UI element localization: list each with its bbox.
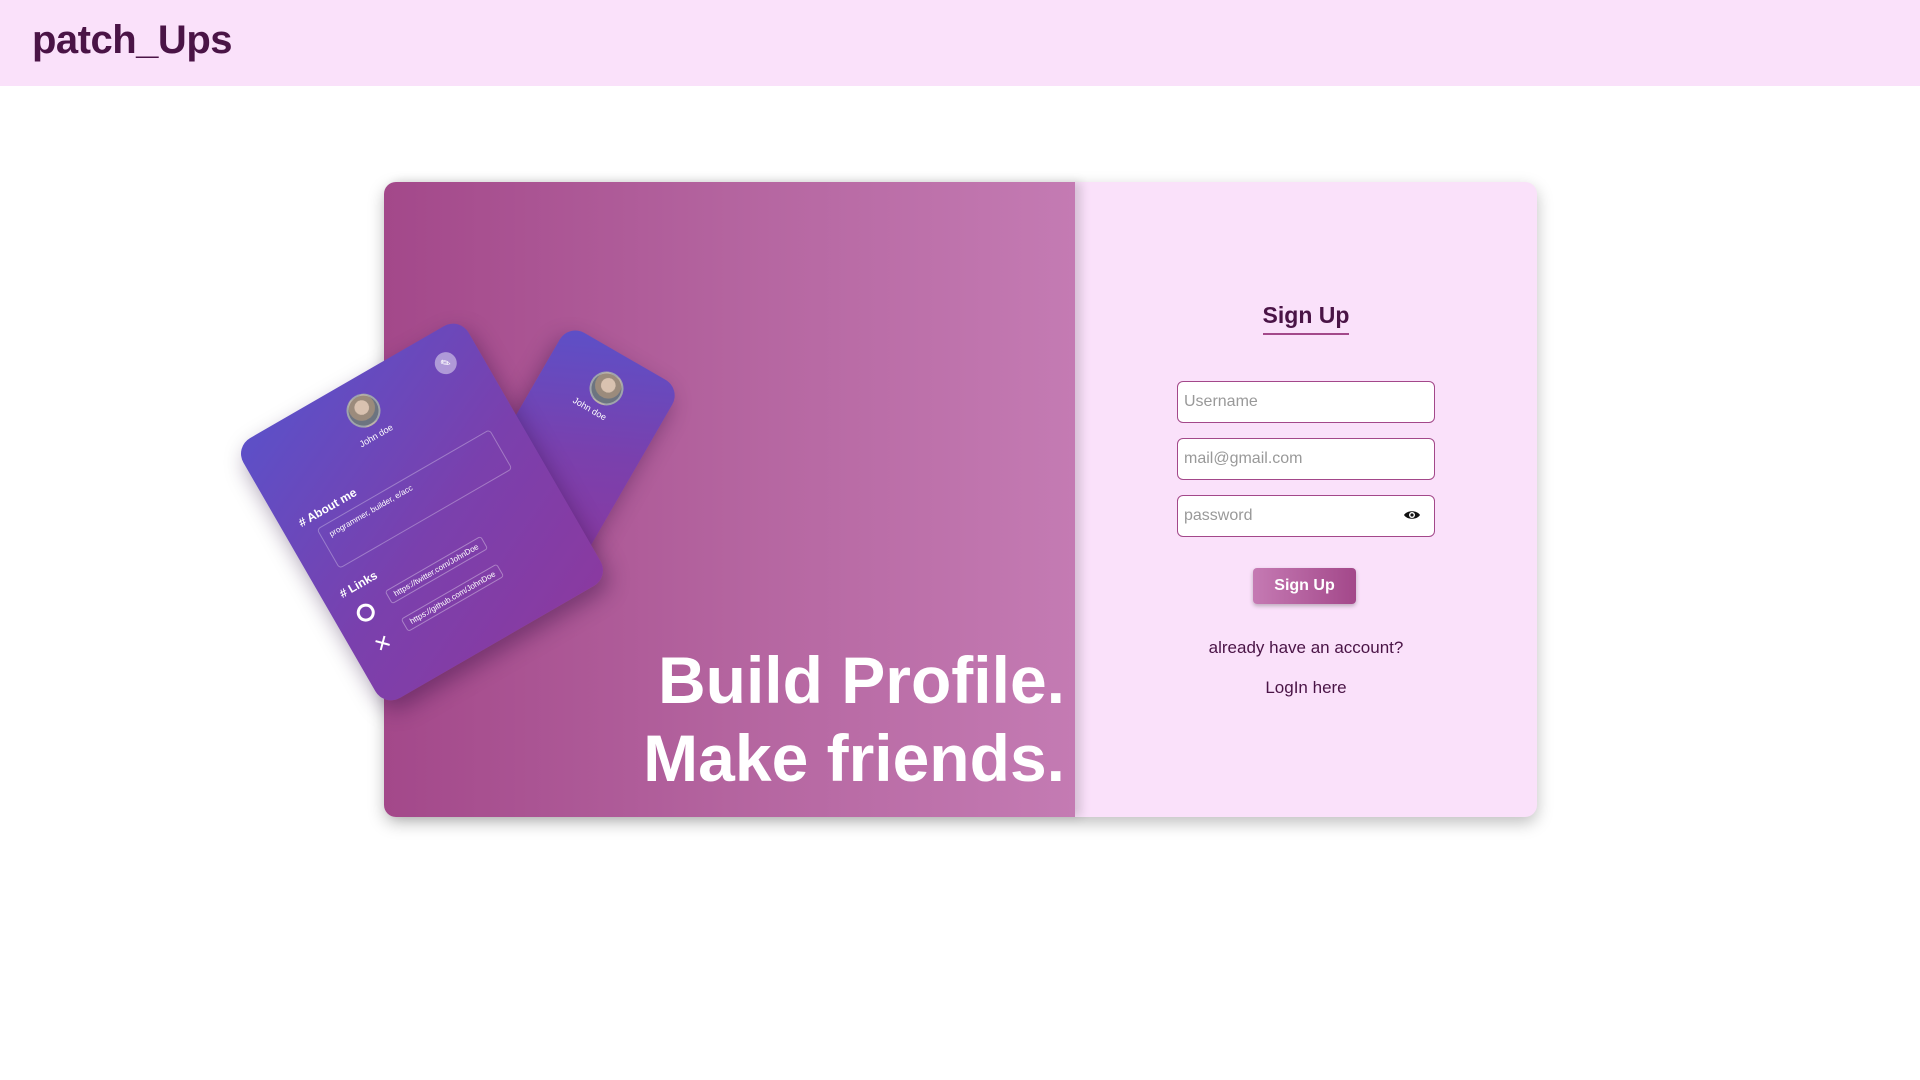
- headline-line-1: Build Profile.: [657, 643, 1065, 717]
- eye-icon[interactable]: [1403, 509, 1421, 521]
- hero-headline: Build Profile. Make friends.: [643, 641, 1065, 797]
- x-icon[interactable]: ✕: [369, 629, 396, 659]
- email-input[interactable]: [1177, 438, 1435, 480]
- links-title: # Links: [337, 568, 380, 601]
- navbar: patch_Ups: [0, 0, 1920, 86]
- edit-icon[interactable]: ✎: [430, 348, 461, 379]
- username-input[interactable]: [1177, 381, 1435, 423]
- app-logo[interactable]: patch_Ups: [32, 18, 233, 63]
- signup-button[interactable]: Sign Up: [1253, 568, 1356, 604]
- login-prompt: already have an account?: [1208, 638, 1404, 657]
- login-link[interactable]: LogIn here: [1075, 678, 1537, 698]
- headline-line-2: Make friends.: [643, 721, 1065, 795]
- password-input[interactable]: [1177, 495, 1435, 537]
- github-icon[interactable]: [353, 600, 379, 625]
- signup-title: Sign Up: [1075, 302, 1537, 335]
- signup-panel: Sign Up Sign Up already have an account?…: [1075, 182, 1537, 817]
